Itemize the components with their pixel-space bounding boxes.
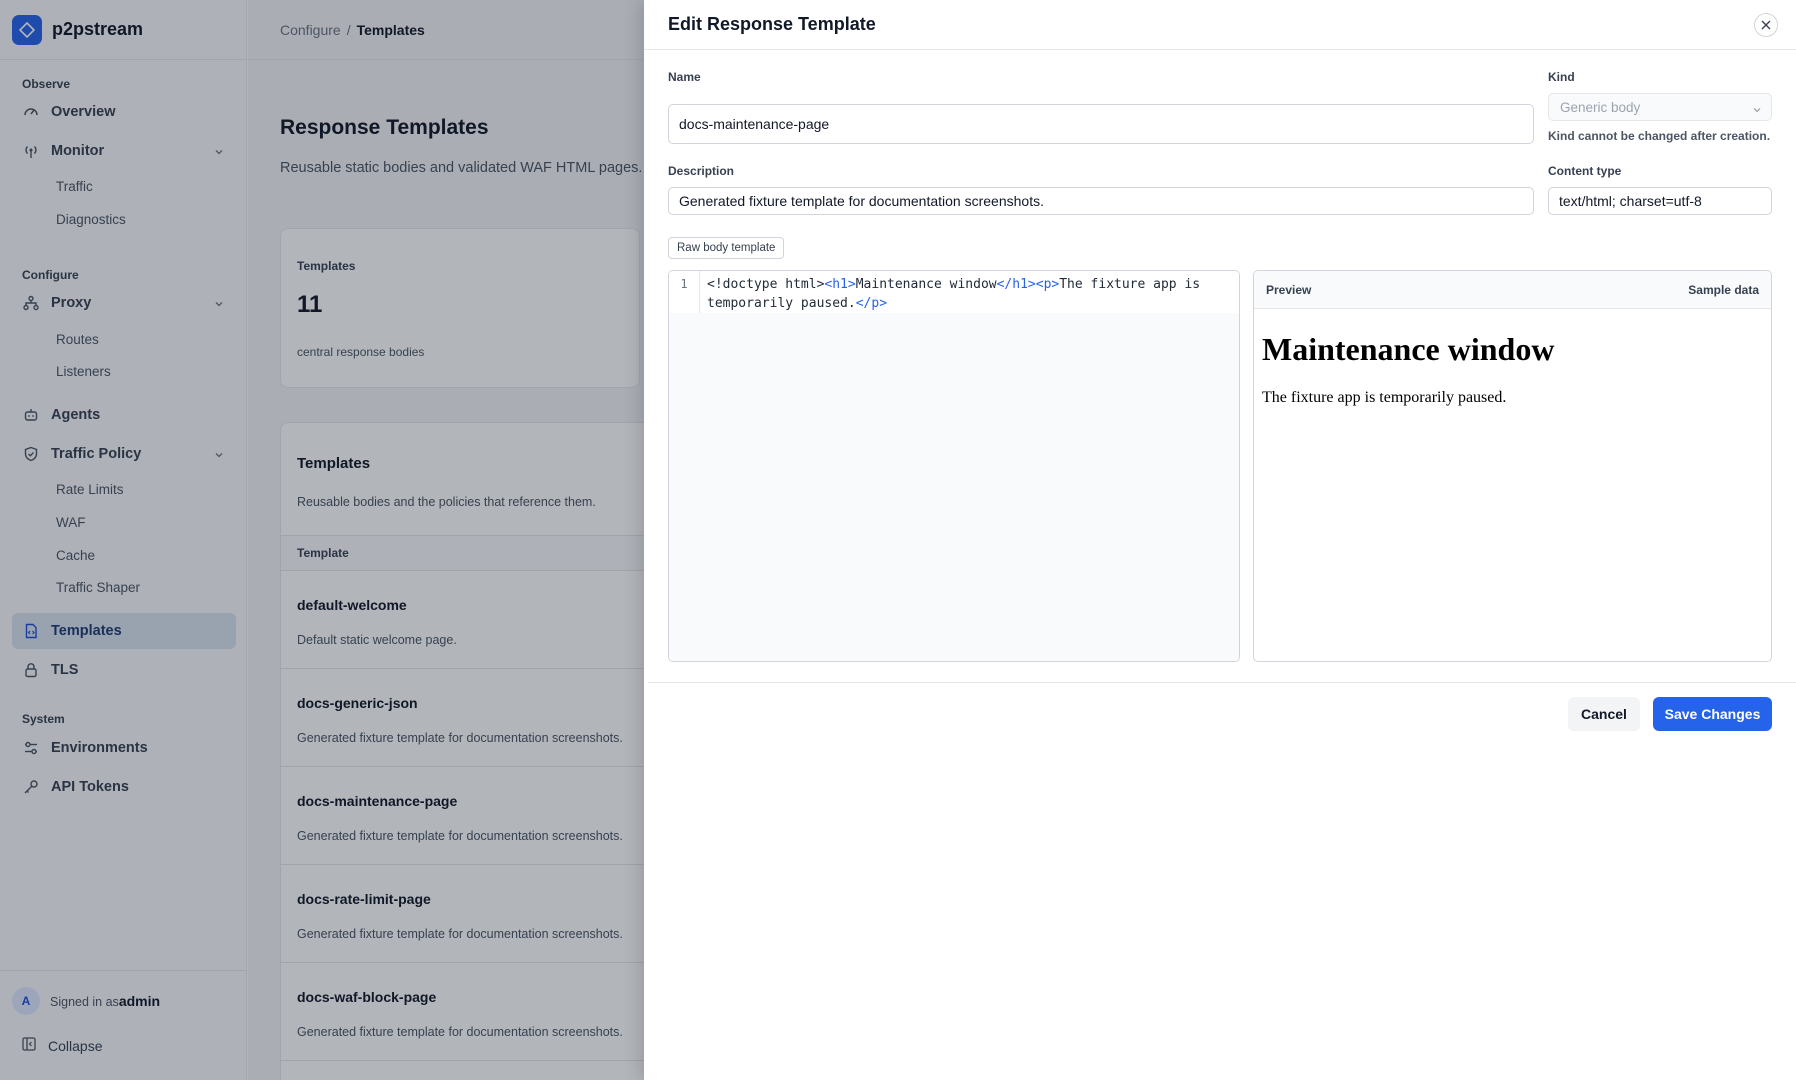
kind-help-text: Kind cannot be changed after creation. (1548, 129, 1771, 143)
save-changes-button[interactable]: Save Changes (1653, 697, 1772, 731)
code-token: <h1> (824, 277, 856, 292)
preview-tab[interactable]: Preview (1266, 283, 1311, 297)
sample-data-tab[interactable]: Sample data (1688, 283, 1759, 297)
kind-select: Generic body (1548, 93, 1772, 121)
code-token: </h1> (996, 277, 1036, 292)
close-icon (1761, 17, 1771, 33)
name-field[interactable]: docs-maintenance-page (668, 104, 1534, 144)
preview-panel: Preview Sample data Maintenance window T… (1253, 270, 1772, 662)
kind-label: Kind (1548, 70, 1575, 84)
edit-template-drawer: Edit Response Template Name docs-mainten… (644, 0, 1796, 1080)
content-type-label: Content type (1548, 164, 1622, 178)
preview-header: Preview Sample data (1254, 271, 1771, 309)
drawer-title: Edit Response Template (668, 14, 876, 34)
drawer-header: Edit Response Template (644, 0, 1796, 50)
content-type-field[interactable]: text/html; charset=utf-8 (1548, 187, 1772, 215)
close-button[interactable] (1754, 13, 1778, 37)
preview-paragraph: The fixture app is temporarily paused. (1262, 389, 1507, 406)
line-number: 1 (669, 271, 700, 313)
description-field[interactable]: Generated fixture template for documenta… (668, 187, 1534, 215)
kind-value: Generic body (1560, 99, 1641, 115)
code-token: Maintenance window (855, 277, 997, 292)
code-token: <!doctype html> (707, 277, 825, 292)
name-label: Name (668, 70, 701, 84)
modal-backdrop[interactable] (0, 0, 644, 1080)
cancel-button[interactable]: Cancel (1568, 697, 1640, 731)
editor-empty-area (669, 313, 1239, 661)
chevron-down-icon (1752, 103, 1762, 118)
editor-code[interactable]: <!doctype html><h1>Maintenance window</h… (707, 275, 1227, 313)
code-token: <p> (1035, 277, 1060, 292)
footer-divider (648, 682, 1796, 683)
description-label: Description (668, 164, 735, 178)
code-editor[interactable]: 1 <!doctype html><h1>Maintenance window<… (668, 270, 1240, 662)
preview-heading: Maintenance window (1262, 331, 1555, 367)
code-token: </p> (855, 296, 888, 311)
raw-body-template-button[interactable]: Raw body template (668, 237, 785, 259)
